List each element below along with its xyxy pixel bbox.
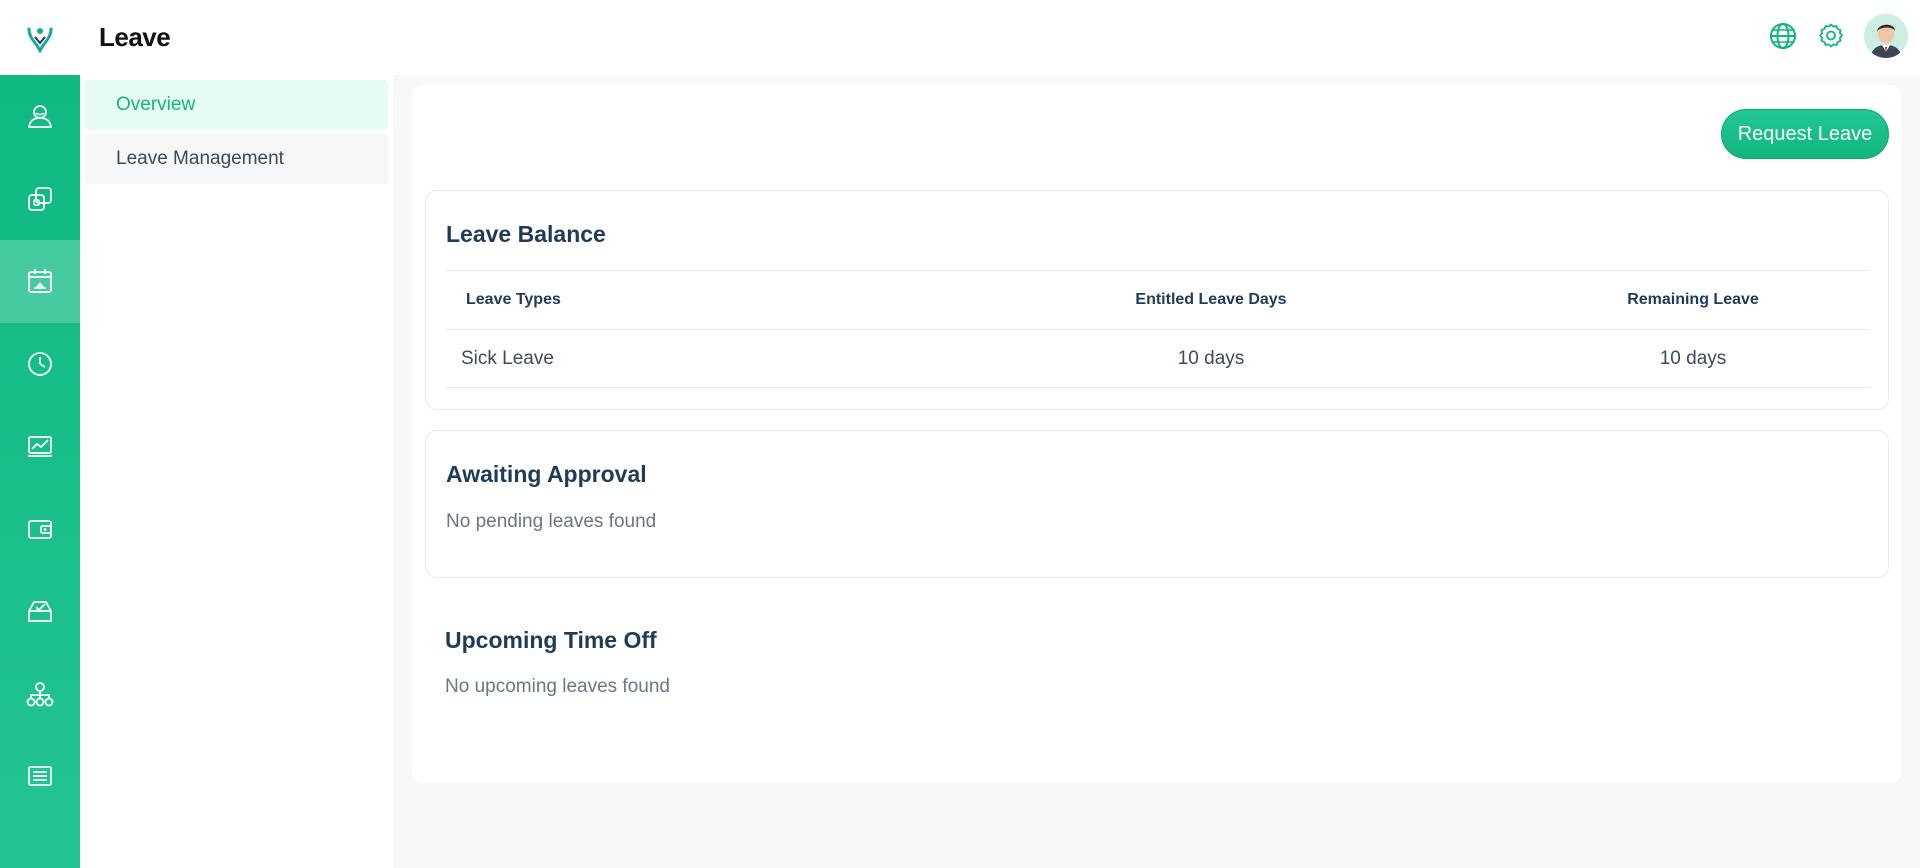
top-bar: Leave xyxy=(0,0,1920,75)
user-profile-icon xyxy=(27,105,53,129)
nav-performance[interactable] xyxy=(0,405,80,488)
awaiting-approval-section: Awaiting Approval No pending leaves foun… xyxy=(425,430,1889,578)
wallet-icon xyxy=(28,519,52,539)
chart-monitor-icon xyxy=(28,436,52,458)
request-leave-button[interactable]: Request Leave xyxy=(1721,109,1889,159)
main-content: Request Leave Leave Balance Leave Types … xyxy=(412,85,1901,783)
awaiting-approval-title: Awaiting Approval xyxy=(446,461,647,487)
copy-documents-icon xyxy=(28,186,52,211)
upcoming-time-off-title: Upcoming Time Off xyxy=(445,627,657,653)
nav-approvals[interactable] xyxy=(0,570,80,653)
main-nav-rail xyxy=(0,75,80,868)
org-structure-icon xyxy=(26,681,54,707)
table-row: Sick Leave 10 days 10 days xyxy=(446,329,1870,388)
header-actions xyxy=(1768,14,1908,58)
nav-payroll[interactable] xyxy=(0,488,80,571)
column-header-entitled-days: Entitled Leave Days xyxy=(1135,291,1287,308)
subnav-item-label: Leave Management xyxy=(116,148,284,169)
awaiting-approval-empty-text: No pending leaves found xyxy=(446,511,657,532)
user-avatar[interactable] xyxy=(1864,14,1908,58)
nav-organization[interactable] xyxy=(0,653,80,736)
leave-balance-title: Leave Balance xyxy=(446,221,606,247)
subnav-item-leave-management[interactable]: Leave Management xyxy=(85,134,388,184)
language-button[interactable] xyxy=(1768,21,1798,51)
upcoming-time-off-section: Upcoming Time Off No upcoming leaves fou… xyxy=(425,597,1889,747)
clock-icon xyxy=(28,351,52,376)
nav-leave[interactable] xyxy=(0,240,80,323)
column-header-remaining-leave: Remaining Leave xyxy=(1627,291,1759,308)
globe-icon xyxy=(1770,23,1796,49)
subnav-item-overview[interactable]: Overview xyxy=(85,80,388,130)
subnav-item-label: Overview xyxy=(116,94,196,115)
page-title: Leave xyxy=(99,22,171,52)
logo[interactable] xyxy=(0,0,80,75)
leave-balance-section: Leave Balance Leave Types Entitled Leave… xyxy=(425,190,1889,410)
cell-entitled-days: 10 days xyxy=(1177,347,1245,369)
avatar-icon xyxy=(1864,14,1908,58)
upcoming-time-off-empty-text: No upcoming leaves found xyxy=(445,676,670,697)
table-header-row: Leave Types Entitled Leave Days Remainin… xyxy=(446,270,1870,329)
list-icon xyxy=(28,766,52,787)
cell-remaining-leave: 10 days xyxy=(1659,347,1727,369)
nav-profile[interactable] xyxy=(0,75,80,158)
leave-balance-table: Leave Types Entitled Leave Days Remainin… xyxy=(446,270,1870,388)
nav-reports[interactable] xyxy=(0,735,80,818)
nav-documents[interactable] xyxy=(0,158,80,241)
cell-leave-type: Sick Leave xyxy=(461,347,554,369)
tree-logo-icon xyxy=(27,27,53,52)
calendar-icon xyxy=(28,269,52,294)
column-header-leave-types: Leave Types xyxy=(466,291,561,308)
nav-attendance[interactable] xyxy=(0,323,80,406)
leave-subnav: Overview Leave Management xyxy=(80,75,393,868)
settings-button[interactable] xyxy=(1816,21,1846,51)
inbox-check-icon xyxy=(28,601,52,623)
gear-icon xyxy=(1819,23,1843,48)
